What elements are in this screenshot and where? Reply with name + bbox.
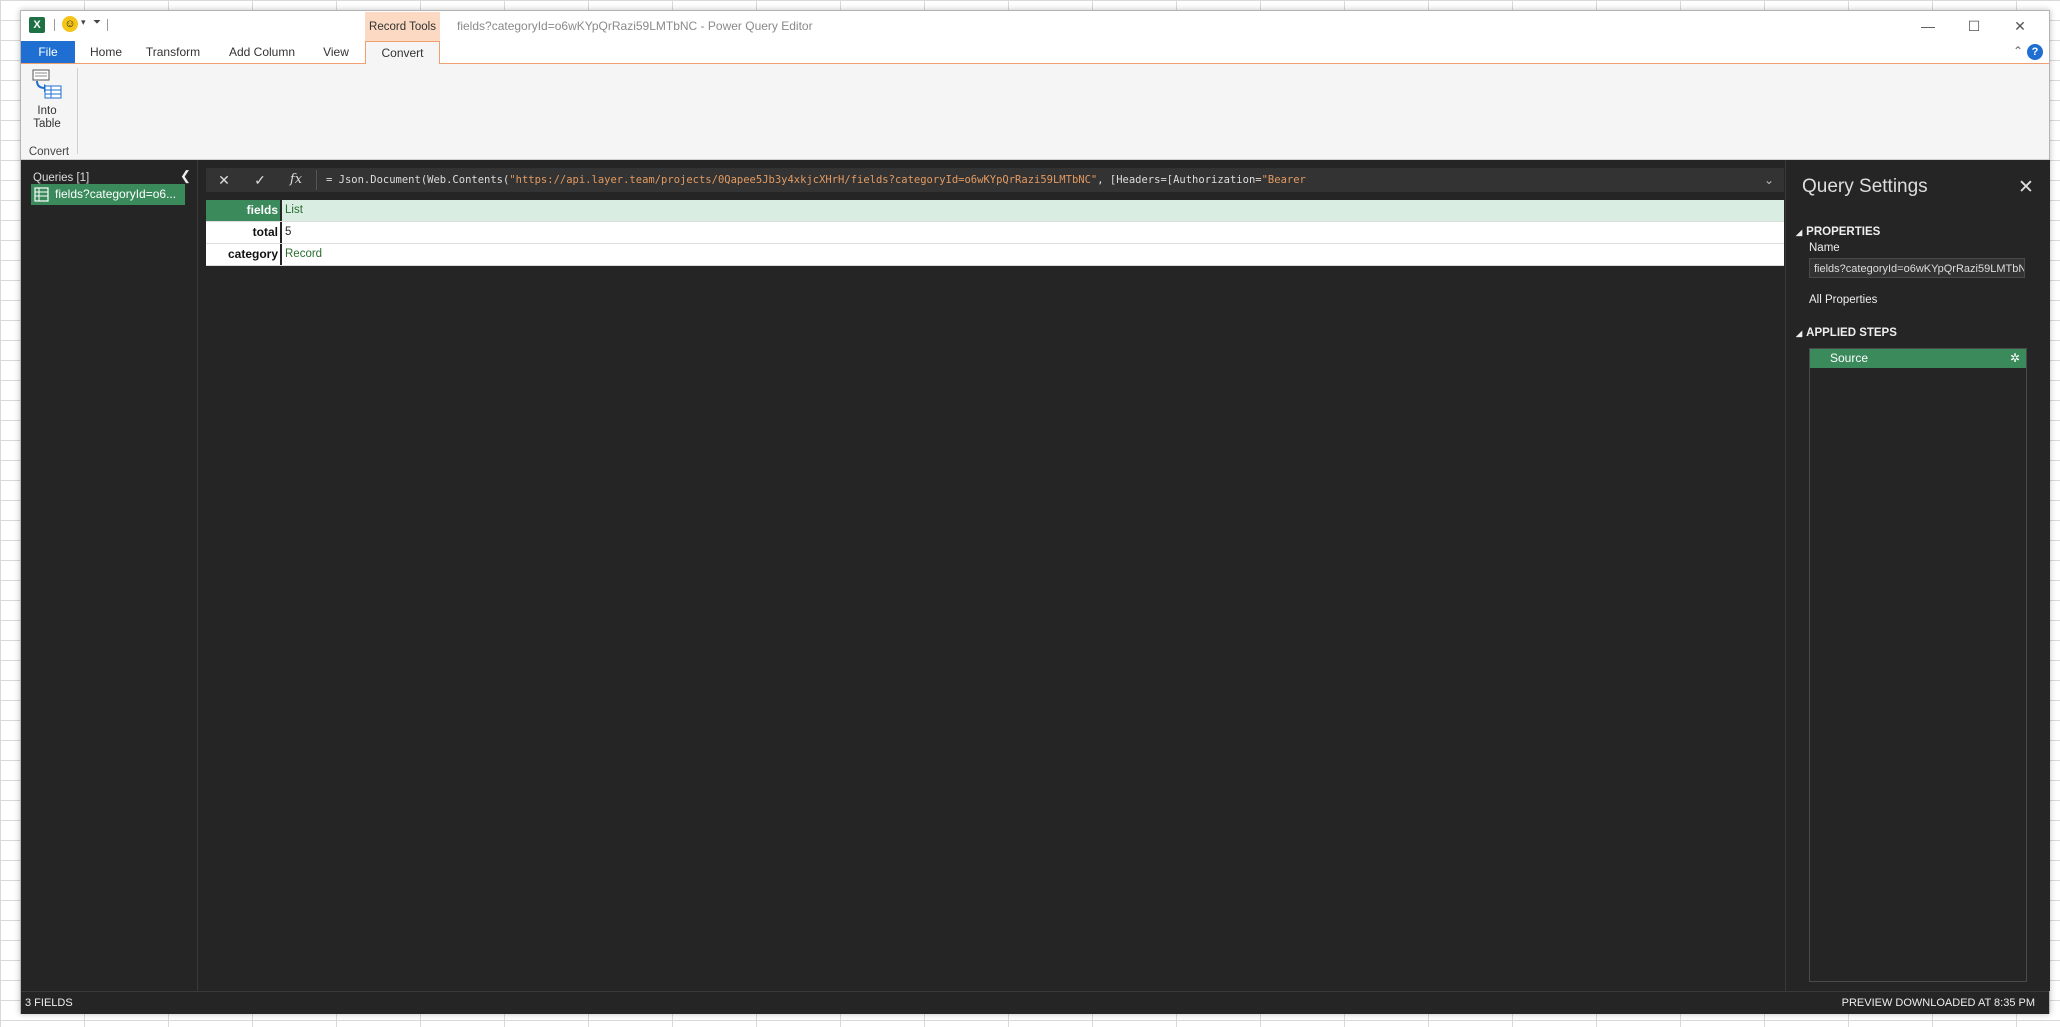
record-field-value[interactable]: 5 [282, 222, 1784, 243]
query-name-input[interactable]: fields?categoryId=o6wKYpQrRazi59LMTbNC [1809, 258, 2025, 278]
formula-url: "https://api.layer.team/projects/0Qapee5… [509, 174, 1098, 186]
applied-step-label: Source [1830, 351, 1869, 365]
tab-add-column[interactable]: Add Column [217, 41, 307, 63]
name-label: Name [1809, 242, 1840, 254]
formula-bar: ✕ ✓ fx = Json.Document(Web.Contents("htt… [206, 168, 1784, 192]
smiley-icon[interactable]: ☺ [62, 16, 78, 32]
properties-header-label: PROPERTIES [1806, 226, 1881, 238]
record-row[interactable]: fields List [206, 200, 1784, 222]
list-link[interactable]: List [285, 204, 303, 216]
tab-transform[interactable]: Transform [137, 41, 209, 63]
preview-area: ✕ ✓ fx = Json.Document(Web.Contents("htt… [205, 160, 1789, 991]
collapse-triangle-icon: ◢ [1796, 329, 1803, 338]
all-properties-link[interactable]: All Properties [1809, 294, 1877, 306]
maximize-icon[interactable]: ☐ [1951, 14, 1997, 38]
record-field-name[interactable]: total [206, 222, 280, 243]
tab-convert[interactable]: Convert [365, 41, 440, 65]
excel-icon: X [29, 17, 45, 33]
title-bar: X ☺ ▾ ⏷ Record Tools fields?categoryId=o… [21, 11, 2049, 42]
tab-view[interactable]: View [313, 41, 359, 63]
qat-dropdown-icon[interactable]: ▾ [81, 17, 86, 28]
applied-steps-header-label: APPLIED STEPS [1806, 327, 1897, 339]
into-table-label-1: Into [37, 105, 57, 117]
record-link[interactable]: Record [285, 248, 322, 260]
applied-steps-list: Source ✲ [1809, 348, 2027, 982]
collapse-ribbon-icon[interactable]: ⌃ [2013, 44, 2023, 58]
record-row[interactable]: category Record [206, 244, 1784, 266]
collapse-pane-icon[interactable]: ❮ [180, 168, 191, 184]
power-query-window: X ☺ ▾ ⏷ Record Tools fields?categoryId=o… [20, 10, 2050, 1014]
collapse-triangle-icon: ◢ [1796, 228, 1803, 237]
queries-header: Queries [1] [33, 172, 90, 184]
minimize-icon[interactable]: — [1905, 14, 1951, 38]
query-settings-pane: Query Settings ✕ ◢ PROPERTIES Name fields… [1785, 160, 2050, 991]
formula-tail: "Bearer [1261, 174, 1306, 186]
record-tools-context-tab: Record Tools [365, 12, 440, 42]
help-icon[interactable]: ? [2027, 44, 2043, 60]
into-table-button[interactable]: Into Table [25, 68, 69, 148]
cancel-icon[interactable]: ✕ [206, 168, 242, 192]
query-item-label: fields?categoryId=o6... [55, 187, 177, 201]
tab-home[interactable]: Home [81, 41, 131, 63]
gear-icon[interactable]: ✲ [2010, 349, 2020, 368]
status-bar: 3 FIELDS PREVIEW DOWNLOADED AT 8:35 PM [21, 991, 2049, 1014]
status-preview-time: PREVIEW DOWNLOADED AT 8:35 PM [1841, 997, 2035, 1009]
qat-separator-2 [107, 19, 108, 31]
table-icon [34, 187, 49, 202]
record-row[interactable]: total 5 [206, 222, 1784, 244]
formula-separator [316, 170, 317, 190]
record-field-name[interactable]: fields [206, 200, 280, 221]
commit-icon[interactable]: ✓ [242, 168, 278, 192]
editor-body: Queries [1] ❮ fields?categoryId=o6... ✕ … [21, 160, 2050, 991]
record-field-value[interactable]: Record [282, 244, 1784, 265]
fx-icon[interactable]: fx [278, 168, 314, 192]
status-field-count: 3 FIELDS [25, 997, 73, 1009]
ribbon-group-separator [77, 68, 78, 154]
applied-steps-header[interactable]: ◢ APPLIED STEPS [1796, 327, 1897, 339]
query-item[interactable]: fields?categoryId=o6... [31, 184, 185, 205]
ribbon-group-convert: Convert [28, 146, 70, 158]
formula-middle: , [Headers=[Authorization= [1097, 174, 1262, 186]
record-field-name[interactable]: category [206, 244, 280, 265]
properties-header[interactable]: ◢ PROPERTIES [1796, 226, 1880, 238]
into-table-label-2: Table [33, 118, 61, 130]
query-settings-title: Query Settings [1802, 176, 1928, 197]
formula-input[interactable]: = Json.Document(Web.Contents("https://ap… [326, 168, 1306, 192]
qat-separator [54, 19, 55, 31]
qat-customize-icon[interactable]: ⏷ [93, 17, 101, 28]
queries-pane: Queries [1] ❮ fields?categoryId=o6... [21, 160, 198, 991]
record-grid: fields List total 5 category Record [206, 200, 1784, 266]
settings-close-icon[interactable]: ✕ [2018, 176, 2034, 199]
formula-prefix: = Json.Document(Web.Contents( [326, 174, 510, 186]
tab-file[interactable]: File [21, 41, 75, 63]
close-icon[interactable]: ✕ [1997, 14, 2043, 38]
applied-step[interactable]: Source ✲ [1810, 349, 2026, 368]
ribbon-tabs: File Home Transform Add Column View Conv… [21, 41, 2049, 65]
window-title: fields?categoryId=o6wKYpQrRazi59LMTbNC -… [457, 19, 813, 33]
expand-formula-icon[interactable]: ⌄ [1764, 168, 1774, 192]
into-table-icon [32, 69, 62, 99]
record-field-value[interactable]: List [282, 200, 1784, 221]
ribbon: Into Table Convert [21, 64, 2049, 160]
